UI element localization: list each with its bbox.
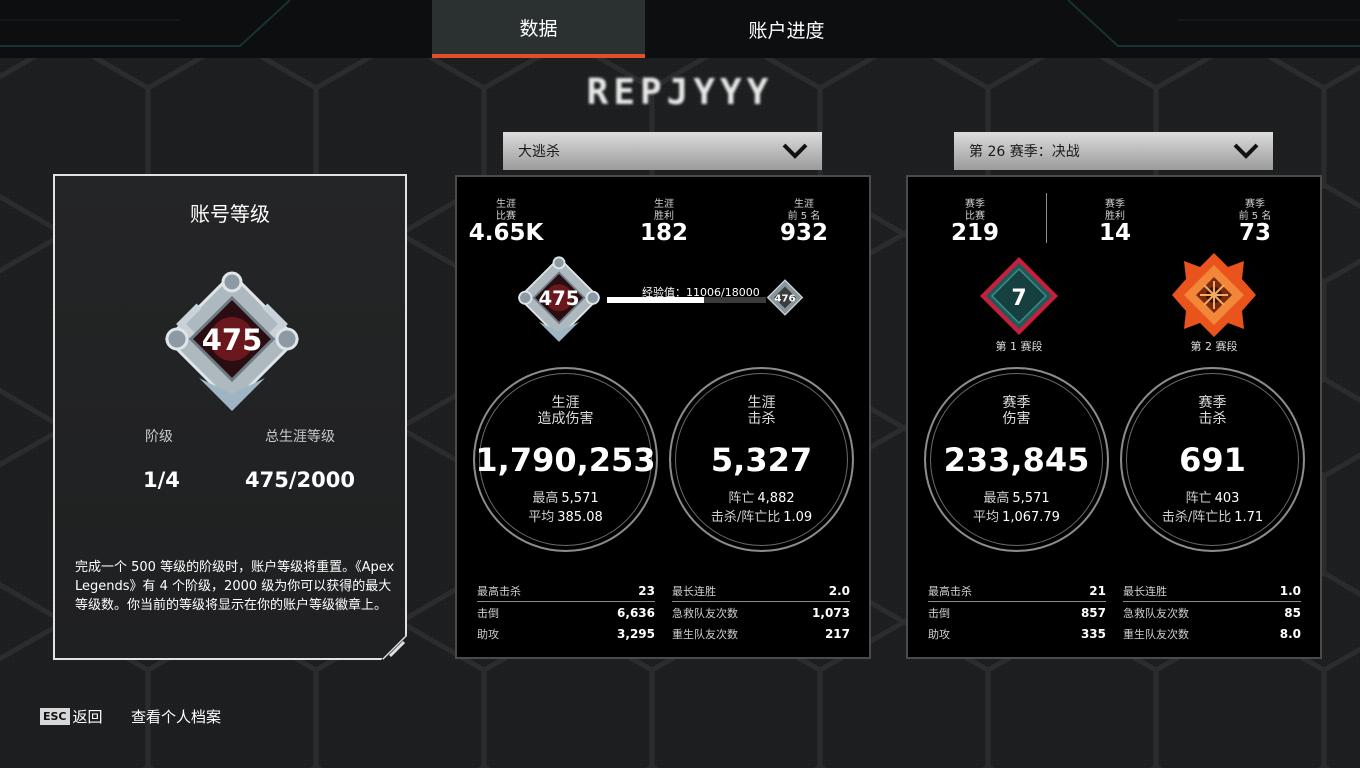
tier-value: 1/4 (143, 468, 180, 492)
account-level-badge: 475 (164, 271, 300, 411)
season-stats-panel: 赛季 比赛 219 赛季 胜利 14 赛季前 5 名 73 7 第 1 赛段 第 2… (906, 175, 1322, 659)
season-damage-circle: 赛季 伤害 233,845 最高 5,571 平均 1,067.79 (924, 367, 1109, 552)
esc-key-icon: ESC (40, 708, 70, 725)
current-level-number: 475 (539, 287, 580, 310)
tab-account-progress[interactable]: 账户进度 (680, 0, 893, 58)
split1-rank-number: 7 (1011, 286, 1026, 311)
tab-stats-label: 数据 (519, 17, 558, 40)
career-matches-value: 4.65K (468, 220, 544, 246)
account-badge-level: 475 (202, 323, 263, 357)
next-level-badge: 476 (766, 279, 804, 316)
career-damage-circle: 生涯 造成伤害 1,790,253 最高 5,571 平均 385.08 (473, 367, 658, 552)
xp-progress-bar (607, 297, 766, 303)
season-kills-details: 阵亡 403 击杀/阵亡比 1.71 (1161, 491, 1264, 525)
season-top5-value: 73 (1238, 220, 1271, 246)
career-stats-panel: 生涯 比赛 4.65K 生涯 胜利 182 生涯前 5 名 932 475 经验值：… (455, 175, 871, 659)
tier-label: 阶级 (145, 429, 173, 445)
season-damage-details: 最高 5,571 平均 1,067.79 (973, 491, 1060, 525)
season-damage-value: 233,845 (943, 441, 1090, 479)
season-matches-value: 219 (950, 220, 999, 246)
split2-rank-icon (1172, 253, 1256, 337)
top-nav-bar: 数据 账户进度 (0, 0, 1360, 58)
table-row: 重生队友次数 8.0 (1123, 626, 1301, 641)
table-row: 击倒 6,636 (477, 605, 655, 620)
table-row: 重生队友次数 217 (672, 626, 850, 641)
career-kills-details: 阵亡 4,882 击杀/阵亡比 1.09 (710, 491, 813, 525)
view-profile-button[interactable]: 查看个人档案 (131, 706, 221, 727)
season-damage-label: 赛季 伤害 (1002, 395, 1031, 427)
season-dropdown-value: 第 26 赛季：决战 (969, 144, 1080, 160)
season-stats-table-right: 最长连胜 1.0 急救队友次数 85 重生队友次数 8.0 (1123, 581, 1301, 644)
chevron-down-icon (782, 143, 808, 159)
career-damage-details: 最高 5,571 平均 385.08 (528, 491, 603, 525)
header-divider (1046, 193, 1047, 243)
split2-label: 第 2 赛段 (1190, 340, 1238, 353)
topbar-decoration-right (1067, 0, 1360, 47)
mode-dropdown[interactable]: 大逃杀 (503, 132, 822, 170)
career-kills-circle: 生涯 击杀 5,327 阵亡 4,882 击杀/阵亡比 1.09 (669, 367, 854, 552)
card-corner-accent (383, 634, 407, 660)
split1-label: 第 1 赛段 (995, 340, 1043, 353)
season-kills-label: 赛季 击杀 (1198, 395, 1227, 427)
table-row: 击倒 857 (928, 605, 1106, 620)
account-level-title: 账号等级 (190, 202, 270, 226)
table-row: 助攻 335 (928, 626, 1106, 641)
season-stats-table-left: 最高击杀 21 击倒 857 助攻 335 (928, 581, 1106, 644)
season-kills-value: 691 (1179, 441, 1246, 479)
topbar-decoration-left (0, 0, 291, 47)
mode-dropdown-value: 大逃杀 (518, 144, 560, 160)
view-profile-label: 查看个人档案 (131, 708, 222, 726)
chevron-down-icon (1233, 143, 1259, 159)
career-stats-table-left: 最高击杀 23 击倒 6,636 助攻 3,295 (477, 581, 655, 644)
current-level-badge: 475 (517, 256, 601, 342)
career-level-label: 总生涯等级 (265, 429, 335, 445)
table-row: 急救队友次数 1,073 (672, 605, 850, 620)
player-name: REPJYYY (586, 72, 774, 113)
career-damage-label: 生涯 造成伤害 (537, 395, 594, 427)
table-row: 助攻 3,295 (477, 626, 655, 641)
table-row: 最长连胜 1.0 (1123, 581, 1301, 602)
season-dropdown[interactable]: 第 26 赛季：决战 (954, 132, 1273, 170)
table-row: 最高击杀 21 (928, 581, 1106, 602)
career-kills-value: 5,327 (710, 441, 813, 479)
xp-progress-fill (607, 297, 705, 303)
tab-account-progress-label: 账户进度 (748, 19, 825, 42)
account-level-card: 账号等级 475 阶级 总生涯等级 1/4 475/2000 完成一个 500 … (53, 174, 407, 660)
back-button[interactable]: ESC 返回 (40, 706, 103, 727)
career-kills-label: 生涯 击杀 (747, 395, 776, 427)
tab-stats[interactable]: 数据 (432, 0, 645, 58)
back-label: 返回 (72, 708, 103, 726)
account-level-description: 完成一个 500 等级的阶级时，账户等级将重置。《Apex Legends》有 … (75, 560, 395, 613)
career-wins-value: 182 (639, 220, 688, 246)
career-top5-value: 932 (779, 220, 828, 246)
season-kills-circle: 赛季 击杀 691 阵亡 403 击杀/阵亡比 1.71 (1120, 367, 1305, 552)
season-wins-value: 14 (1098, 220, 1131, 246)
table-row: 最高击杀 23 (477, 581, 655, 602)
career-damage-value: 1,790,253 (475, 441, 656, 479)
table-row: 急救队友次数 85 (1123, 605, 1301, 620)
split1-rank-icon: 7 (980, 257, 1058, 335)
next-level-number: 476 (774, 293, 795, 304)
table-row: 最长连胜 2.0 (672, 581, 850, 602)
career-level-value: 475/2000 (245, 468, 355, 492)
career-stats-table-right: 最长连胜 2.0 急救队友次数 1,073 重生队友次数 217 (672, 581, 850, 644)
